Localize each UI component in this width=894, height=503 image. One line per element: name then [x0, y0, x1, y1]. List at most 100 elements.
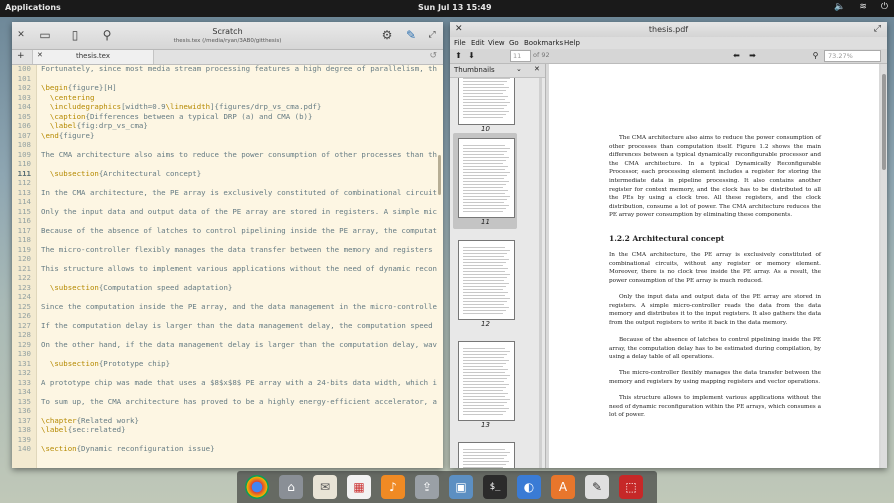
- menu-bookmarks[interactable]: Bookmarks: [524, 39, 563, 47]
- code-line[interactable]: 112: [12, 178, 443, 188]
- files-icon[interactable]: ⌂: [279, 475, 303, 499]
- thumbnail-page-13[interactable]: [458, 341, 515, 421]
- tab-thesis[interactable]: ✕ thesis.tex: [32, 50, 154, 64]
- code-line[interactable]: 134: [12, 387, 443, 397]
- code-line[interactable]: 108: [12, 140, 443, 150]
- pdf-scrollbar[interactable]: [881, 64, 887, 468]
- code-line[interactable]: 133 A prototype chip was made that uses a…: [12, 378, 443, 388]
- code-line[interactable]: 126: [12, 311, 443, 321]
- thumbnail-page-10[interactable]: [458, 78, 515, 125]
- code-line[interactable]: 140 \section{Dynamic reconfiguration issu…: [12, 444, 443, 454]
- menu-edit[interactable]: Edit: [471, 39, 485, 47]
- applications-menu[interactable]: Applications: [5, 3, 61, 12]
- editor-scrollbar[interactable]: [438, 155, 441, 195]
- code-line[interactable]: 136: [12, 406, 443, 416]
- code-line[interactable]: 101: [12, 74, 443, 84]
- thumbnail-text-line: [463, 196, 510, 197]
- pdf-page[interactable]: The CMA architecture also aims to reduce…: [549, 64, 879, 468]
- wifi-icon[interactable]: ≋: [859, 2, 867, 12]
- terminal-icon[interactable]: $_: [483, 475, 507, 499]
- code-line[interactable]: 103 \centering: [12, 93, 443, 103]
- menu-go[interactable]: Go: [509, 39, 519, 47]
- clock[interactable]: Sun Jul 13 15:49: [418, 3, 492, 12]
- settings-icon[interactable]: ⚙: [380, 28, 394, 42]
- code-line[interactable]: 118: [12, 235, 443, 245]
- code-line[interactable]: 122: [12, 273, 443, 283]
- code-line[interactable]: 107 \end{figure}: [12, 131, 443, 141]
- code-line[interactable]: 132: [12, 368, 443, 378]
- mail-send-icon[interactable]: ⇪: [415, 475, 439, 499]
- music-icon[interactable]: ♪: [381, 475, 405, 499]
- code-line[interactable]: 124: [12, 292, 443, 302]
- code-line[interactable]: 106 \label{fig:drp_vs_cma}: [12, 121, 443, 131]
- menu-file[interactable]: File: [454, 39, 466, 47]
- software-center-icon[interactable]: A: [551, 475, 575, 499]
- share-icon[interactable]: ✎: [404, 28, 418, 42]
- line-number: 123: [17, 282, 31, 292]
- previous-page-icon[interactable]: ⬆: [453, 50, 464, 61]
- code-line[interactable]: 131 \subsection{Prototype chip}: [12, 359, 443, 369]
- power-icon[interactable]: ⏻: [881, 2, 888, 12]
- menu-view[interactable]: View: [488, 39, 505, 47]
- chrome-icon[interactable]: [245, 475, 269, 499]
- calendar-icon[interactable]: ▦: [347, 475, 371, 499]
- code-line[interactable]: 119 The micro-controller flexibly manages…: [12, 245, 443, 255]
- code-line[interactable]: 130: [12, 349, 443, 359]
- code-line[interactable]: 102 \begin{figure}[H]: [12, 83, 443, 93]
- photos-icon[interactable]: ▣: [449, 475, 473, 499]
- code-line[interactable]: 121 This structure allows to implement va…: [12, 264, 443, 274]
- pdf-viewer-icon[interactable]: ⬚: [619, 475, 643, 499]
- code-editor[interactable]: 100 Fortunately, since most media stream …: [12, 65, 443, 468]
- code-line[interactable]: 104 \includegraphics[width=0.9\linewidth…: [12, 102, 443, 112]
- code-line[interactable]: 105 \caption{Differences between a typic…: [12, 112, 443, 122]
- code-line[interactable]: 125 Since the computation inside the PE a…: [12, 302, 443, 312]
- code-line[interactable]: 113 In the CMA architecture, the PE array…: [12, 188, 443, 198]
- zoom-input[interactable]: 73.27%: [824, 50, 881, 62]
- code-line[interactable]: 139: [12, 435, 443, 445]
- mail-icon[interactable]: ✉: [313, 475, 337, 499]
- code-line[interactable]: 138 \label{sec:related}: [12, 425, 443, 435]
- code-line[interactable]: 137 \chapter{Related work}: [12, 416, 443, 426]
- sidebar-scrollbar[interactable]: [539, 78, 542, 468]
- back-icon[interactable]: ⬅: [731, 50, 742, 61]
- scratch-headerbar: ✕ ▭ ▯ ⚲ Scratch thesis.tex (/media/ryan/…: [12, 22, 443, 50]
- new-tab-icon[interactable]: +: [17, 51, 25, 61]
- code-line[interactable]: 116: [12, 216, 443, 226]
- page-number-input[interactable]: 11: [510, 50, 531, 62]
- next-page-icon[interactable]: ⬇: [466, 50, 477, 61]
- chevron-down-icon[interactable]: ⌄: [516, 65, 522, 73]
- text-editor-icon[interactable]: ✎: [585, 475, 609, 499]
- thumbnail-text-line: [463, 169, 505, 170]
- code-line[interactable]: 127 If the computation delay is larger th…: [12, 321, 443, 331]
- menu-help[interactable]: Help: [564, 39, 580, 47]
- code-line[interactable]: 135 To sum up, the CMA architecture has p…: [12, 397, 443, 407]
- thumbnail-page-12[interactable]: [458, 240, 515, 320]
- thumbnail-text-line: [463, 81, 507, 82]
- code-line[interactable]: 129 On the other hand, if the data manage…: [12, 340, 443, 350]
- maximize-icon[interactable]: ⤢: [425, 28, 439, 42]
- thumbnail-text-line: [463, 87, 509, 88]
- scrollbar-thumb[interactable]: [882, 74, 886, 170]
- code-line[interactable]: 100 Fortunately, since most media stream …: [12, 65, 443, 74]
- code-line[interactable]: 115 Only the input data and output data o…: [12, 207, 443, 217]
- thumbnail-list[interactable]: 10 11 12 13: [450, 78, 545, 468]
- code-line[interactable]: 123 \subsection{Computation speed adapta…: [12, 283, 443, 293]
- switch-icon[interactable]: ◐: [517, 475, 541, 499]
- sidebar-mode-label[interactable]: Thumbnails: [454, 66, 495, 74]
- forward-icon[interactable]: ➡: [747, 50, 758, 61]
- volume-icon[interactable]: 🔈: [834, 2, 845, 12]
- close-sidebar-icon[interactable]: ✕: [534, 65, 540, 73]
- search-icon[interactable]: ⚲: [810, 50, 821, 61]
- code-line[interactable]: 110: [12, 159, 443, 169]
- thumbnail-page-11[interactable]: [458, 138, 515, 218]
- code-line[interactable]: 128: [12, 330, 443, 340]
- restore-tab-icon[interactable]: ↺: [429, 51, 437, 61]
- code-line[interactable]: 117 Because of the absence of latches to …: [12, 226, 443, 236]
- code-line[interactable]: 114: [12, 197, 443, 207]
- maximize-icon[interactable]: ⤢: [874, 24, 881, 34]
- thumbnail-page-14[interactable]: [458, 442, 515, 468]
- thumbnail-text-line: [463, 117, 503, 118]
- code-line[interactable]: 111 \subsection{Architectural concept}: [12, 169, 443, 179]
- code-line[interactable]: 109 The CMA architecture also aims to red…: [12, 150, 443, 160]
- code-line[interactable]: 120: [12, 254, 443, 264]
